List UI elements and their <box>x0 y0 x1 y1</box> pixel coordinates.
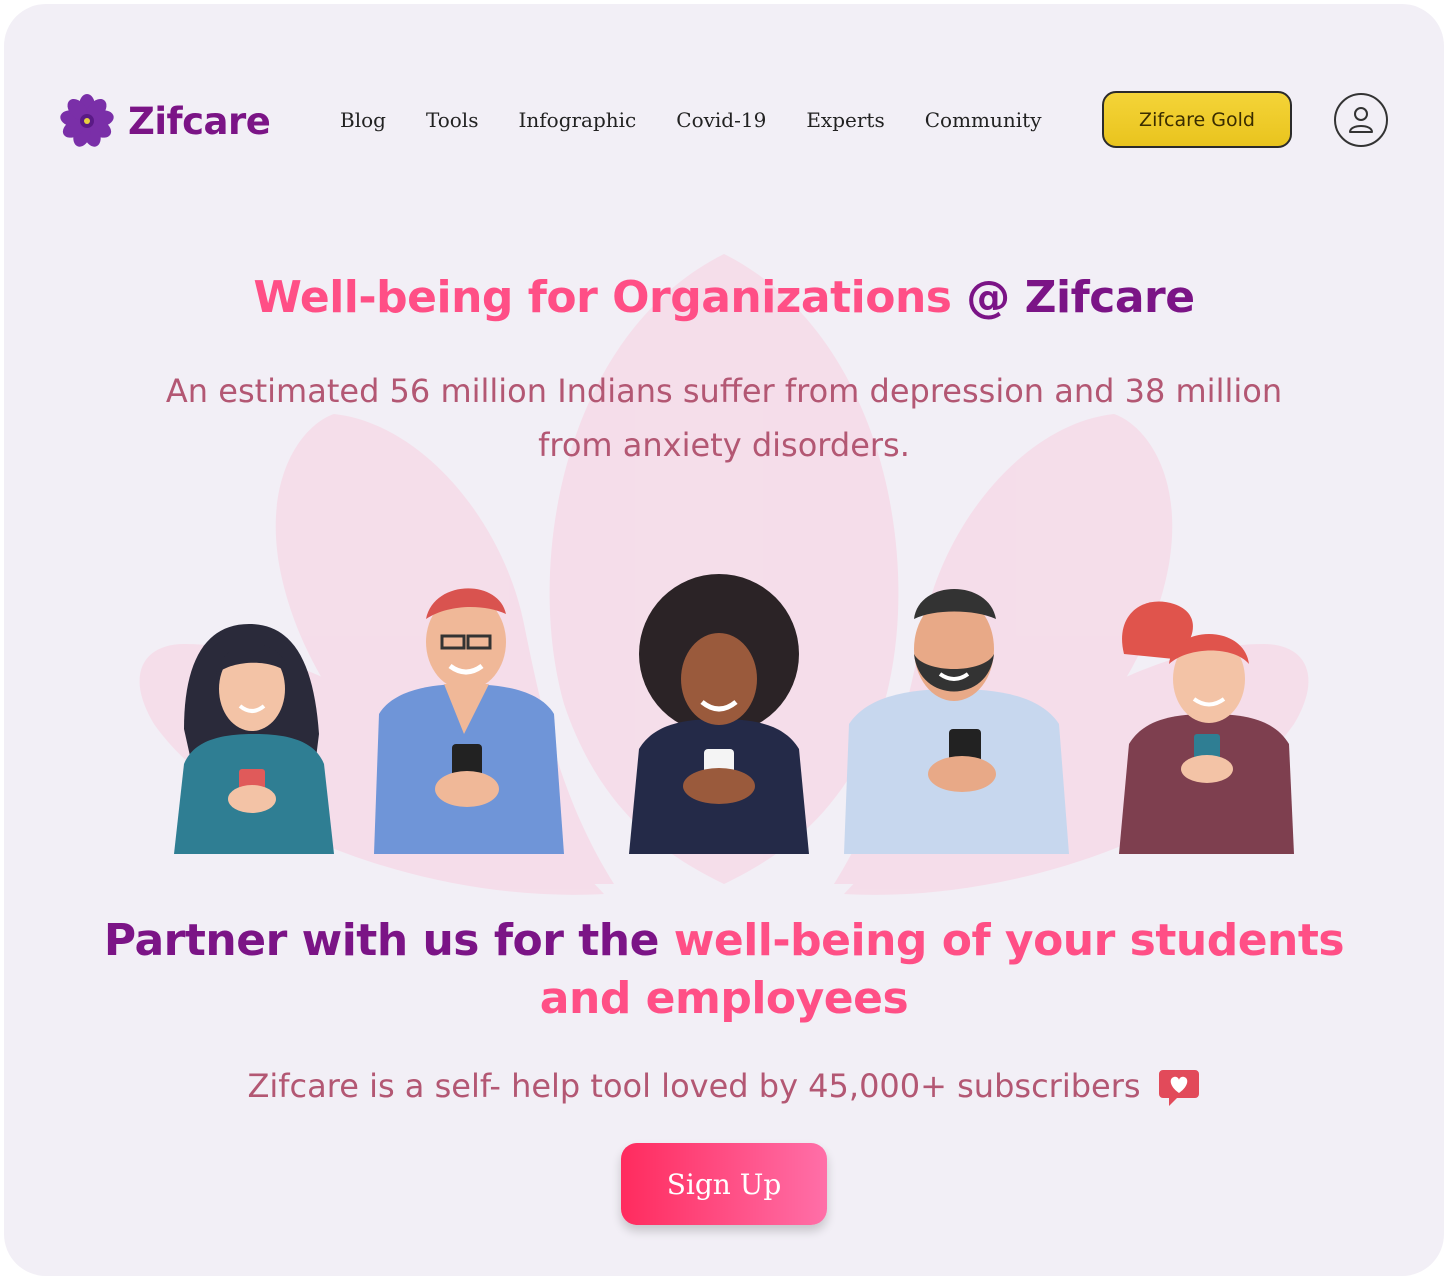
nav-tools[interactable]: Tools <box>406 104 499 136</box>
nav-blog[interactable]: Blog <box>320 104 406 136</box>
hero-subtitle: An estimated 56 million Indians suffer f… <box>165 372 1283 464</box>
hero-title-part1: Well-being for Organizations <box>253 272 952 323</box>
heart-chat-icon <box>1158 1070 1199 1106</box>
nav-experts[interactable]: Experts <box>786 104 904 136</box>
nav-infographic[interactable]: Infographic <box>498 104 656 136</box>
page-frame: Zifcare Blog Tools Infographic Covid-19 … <box>4 4 1444 1276</box>
person-5-figure <box>1119 601 1294 854</box>
nav-covid-19[interactable]: Covid-19 <box>656 104 786 136</box>
sign-up-button[interactable]: Sign Up <box>621 1143 827 1225</box>
user-account-button[interactable] <box>1334 93 1388 147</box>
hero-title: Well-being for Organizations @ Zifcare <box>4 272 1444 323</box>
partner-heading: Partner with us for the well-being of yo… <box>84 912 1364 1028</box>
person-3-figure <box>629 574 809 854</box>
brand-name: Zifcare <box>128 99 271 143</box>
brand-logo[interactable]: Zifcare <box>60 94 271 148</box>
person-4-figure <box>844 589 1069 854</box>
purple-flower-icon <box>60 94 114 147</box>
user-icon <box>1349 107 1373 133</box>
person-2-figure <box>374 588 564 854</box>
hero-title-part2: @ Zifcare <box>951 272 1195 323</box>
nav-community[interactable]: Community <box>905 104 1062 136</box>
zifcare-gold-button[interactable]: Zifcare Gold <box>1102 91 1292 148</box>
main-nav: Blog Tools Infographic Covid-19 Experts … <box>320 104 1062 136</box>
partner-heading-part1: Partner with us for the <box>103 915 674 966</box>
people-illustration <box>174 574 1294 854</box>
tagline: Zifcare is a self- help tool loved by 45… <box>4 1064 1444 1108</box>
tagline-text: Zifcare is a self- help tool loved by 45… <box>247 1067 1141 1105</box>
person-1-figure <box>174 624 334 854</box>
